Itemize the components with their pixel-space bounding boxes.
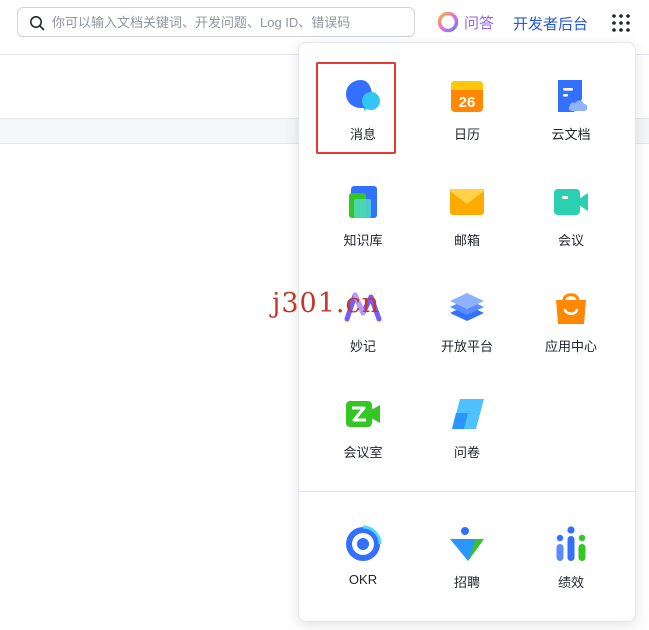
app-open-platform[interactable]: 开放平台 <box>417 289 517 369</box>
app-label: OKR <box>348 572 378 587</box>
app-messages[interactable]: 消息 <box>313 77 413 157</box>
app-label: 消息 <box>349 127 376 142</box>
open-platform-icon <box>450 293 484 321</box>
app-label: 知识库 <box>343 233 383 248</box>
performance-icon <box>556 526 586 561</box>
app-grid-icon[interactable] <box>611 13 631 33</box>
meeting-icon <box>554 189 588 215</box>
app-label: 问卷 <box>453 445 480 460</box>
qa-label: 问答 <box>464 14 495 32</box>
meeting-room-icon <box>346 401 380 427</box>
survey-icon <box>452 399 484 429</box>
search-box[interactable] <box>17 7 415 37</box>
app-label: 妙记 <box>349 339 376 354</box>
okr-icon <box>346 525 382 561</box>
app-hire[interactable]: 招聘 <box>417 525 517 605</box>
page: 问答 开发者后台 消息 <box>0 0 649 630</box>
app-okr[interactable]: OKR <box>313 525 413 605</box>
message-icon <box>346 80 380 111</box>
app-center-icon <box>556 293 586 324</box>
hire-icon <box>450 527 484 561</box>
app-label: 会议 <box>557 233 584 248</box>
app-meeting[interactable]: 会议 <box>521 183 621 263</box>
app-label: 应用中心 <box>544 339 597 354</box>
app-label: 绩效 <box>557 575 584 590</box>
app-performance[interactable]: 绩效 <box>521 525 621 605</box>
search-input[interactable] <box>52 8 402 36</box>
minutes-icon <box>344 292 382 322</box>
wiki-icon <box>349 186 377 218</box>
qa-logo-icon <box>437 11 459 33</box>
qa-button[interactable]: 问答 <box>437 10 494 34</box>
app-wiki[interactable]: 知识库 <box>313 183 413 263</box>
calendar-icon: 26 <box>451 81 483 112</box>
app-label: 招聘 <box>453 575 480 590</box>
app-meeting-room[interactable]: 会议室 <box>313 395 413 475</box>
svg-text:26: 26 <box>459 94 476 111</box>
cloud-docs-icon <box>558 80 588 112</box>
panel-divider <box>299 491 635 492</box>
app-label: 开放平台 <box>440 339 493 354</box>
mail-icon <box>450 189 484 215</box>
developer-console-link[interactable]: 开发者后台 <box>513 13 588 34</box>
app-app-center[interactable]: 应用中心 <box>521 289 621 369</box>
app-survey[interactable]: 问卷 <box>417 395 517 475</box>
app-launcher-panel: 消息 26 日历 云文档 知识库 邮箱 会议 妙记 开放平台 应用中心 会议室 … <box>298 42 636 622</box>
app-minutes[interactable]: 妙记 <box>313 289 413 369</box>
app-label: 云文档 <box>551 127 591 142</box>
app-cloud-docs[interactable]: 云文档 <box>521 77 621 157</box>
app-label: 日历 <box>453 127 480 142</box>
app-label: 邮箱 <box>453 233 480 248</box>
app-label: 会议室 <box>343 445 383 460</box>
app-mail[interactable]: 邮箱 <box>417 183 517 263</box>
search-icon <box>30 16 45 31</box>
app-calendar[interactable]: 26 日历 <box>417 77 517 157</box>
